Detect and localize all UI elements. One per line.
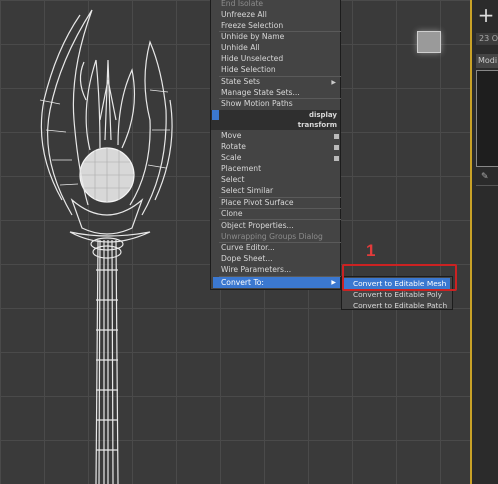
transform-section-header: transform [211,120,340,130]
annotation-highlight-box [342,264,457,291]
modifier-list-dropdown[interactable]: Modi [476,54,498,68]
menu-item-manage-state-sets[interactable]: Manage State Sets... [221,88,300,98]
menu-item-rotate[interactable]: Rotate [221,142,246,152]
panel-divider [476,185,498,186]
viewcube-icon[interactable] [417,31,441,53]
settings-box-icon[interactable] [334,145,339,150]
menu-item-move[interactable]: Move [221,131,241,141]
menu-item-label: State Sets [221,77,260,86]
menu-item-place-pivot-surface[interactable]: Place Pivot Surface [221,198,294,208]
pin-stack-icon[interactable]: ✎ [481,172,489,182]
menu-item-convert-to[interactable]: Convert To: ▶ [213,277,340,288]
menu-item-unhide-by-name[interactable]: Unhide by Name [221,32,284,42]
submenu-arrow-icon: ▶ [331,79,336,86]
create-plus-button[interactable]: + [476,5,496,26]
menu-item-wire-parameters[interactable]: Wire Parameters... [221,265,291,275]
menu-item-hide-unselected[interactable]: Hide Unselected [221,54,283,64]
annotation-step-number: 1 [366,241,376,260]
convert-to-label: Convert To: [221,278,264,287]
menu-item-scale[interactable]: Scale [221,153,241,163]
menu-item-hide-selection[interactable]: Hide Selection [221,65,276,75]
menu-item-freeze-selection[interactable]: Freeze Selection [221,21,283,31]
menu-item-unwrapping-groups-dialog: Unwrapping Groups Dialog [221,232,323,241]
settings-box-icon[interactable] [334,156,339,161]
settings-box-icon[interactable] [334,134,339,139]
object-name-field[interactable]: 23 Ob [476,33,498,45]
menu-item-unhide-all[interactable]: Unhide All [221,43,260,53]
quad-menu: End Isolate Unfreeze All Freeze Selectio… [210,0,341,290]
menu-separator [219,219,341,220]
menu-item-curve-editor[interactable]: Curve Editor... [221,243,275,253]
menu-item-select[interactable]: Select [221,175,244,185]
menu-item-select-similar[interactable]: Select Similar [221,186,273,196]
submenu-arrow-icon: ▶ [331,279,336,286]
menu-item-unfreeze-all[interactable]: Unfreeze All [221,10,267,20]
menu-item-end-isolate: End Isolate [221,0,264,8]
modifier-stack-list[interactable] [476,70,498,167]
display-header-label: display [308,111,337,119]
display-section-header: display [211,110,340,130]
menu-item-clone[interactable]: Clone [221,209,243,219]
menu-item-dope-sheet[interactable]: Dope Sheet... [221,254,273,264]
menu-item-object-properties[interactable]: Object Properties... [221,221,294,231]
menu-item-placement[interactable]: Placement [221,164,261,174]
menu-item-convert-to-editable-patch[interactable]: Convert to Editable Patch [344,300,450,311]
menu-item-show-motion-paths[interactable]: Show Motion Paths [221,99,293,109]
menu-item-state-sets[interactable]: State Sets [221,77,260,87]
transform-header-label: transform [297,121,337,129]
